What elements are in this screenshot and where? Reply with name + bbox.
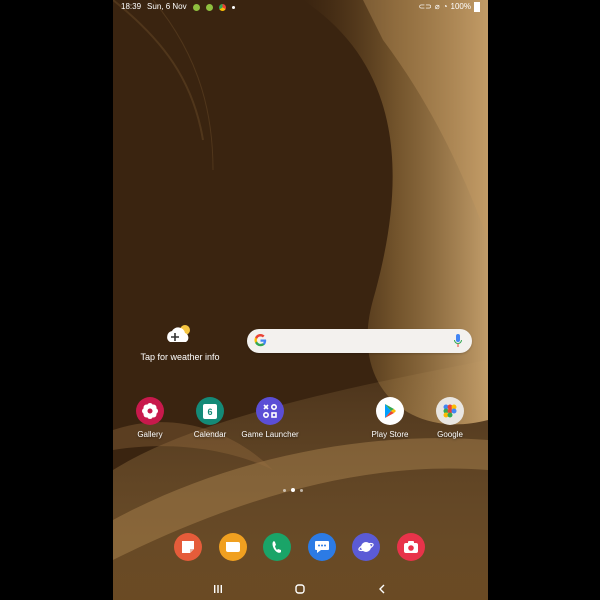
- calendar-date-badge: 6: [203, 403, 217, 419]
- play-store-icon: [376, 397, 404, 425]
- app-label: Play Store: [371, 430, 409, 439]
- messages-icon: [315, 541, 329, 553]
- dock-my-files[interactable]: [219, 533, 247, 561]
- app-game-launcher[interactable]: Game Launcher: [240, 397, 300, 439]
- weather-widget[interactable]: Tap for weather info: [137, 322, 223, 362]
- notes-icon: [182, 541, 194, 553]
- recents-icon: [214, 585, 222, 593]
- navigation-bar: [113, 578, 488, 600]
- android-icon: [192, 3, 200, 11]
- app-label: Gallery: [137, 430, 163, 439]
- page-indicator: [283, 488, 303, 492]
- home-icon: [295, 584, 305, 594]
- android-icon: [205, 3, 213, 11]
- dock-camera[interactable]: [397, 533, 425, 561]
- dot-icon: [231, 5, 235, 9]
- gallery-icon: [136, 397, 164, 425]
- phone-icon: [272, 541, 281, 553]
- weather-label: Tap for weather info: [140, 352, 220, 362]
- mute-icon: ⌀: [434, 2, 440, 11]
- status-bar: 18:39 Sun, 6 Nov ⊂⊃ ⌀ ◔ 100%: [113, 0, 488, 14]
- app-label: Google: [437, 430, 463, 439]
- recents-button[interactable]: [208, 581, 228, 597]
- status-date: Sun, 6 Nov: [147, 2, 187, 11]
- app-calendar[interactable]: 6 Calendar: [180, 397, 240, 439]
- home-button[interactable]: [290, 581, 310, 597]
- back-icon: [379, 584, 385, 594]
- weather-add-icon: [164, 322, 196, 346]
- google-g-icon: [254, 334, 267, 347]
- folder-icon: [226, 542, 240, 552]
- calendar-icon: 6: [196, 397, 224, 425]
- dock-phone[interactable]: [263, 533, 291, 561]
- camera-icon: [404, 541, 418, 553]
- home-screen: 18:39 Sun, 6 Nov ⊂⊃ ⌀ ◔ 100% Tap for wea…: [113, 0, 488, 600]
- app-label: Game Launcher: [241, 430, 299, 439]
- battery-icon: [474, 2, 480, 12]
- battery-text: 100%: [450, 2, 471, 11]
- link-icon: ⊂⊃: [418, 2, 432, 11]
- dock-samsung-notes[interactable]: [174, 533, 202, 561]
- page-dot-current[interactable]: [291, 488, 295, 492]
- status-time: 18:39: [121, 2, 142, 11]
- chrome-icon: [218, 3, 226, 11]
- game-launcher-icon: [256, 397, 284, 425]
- app-gallery[interactable]: Gallery: [120, 397, 180, 439]
- app-label: Calendar: [193, 430, 227, 439]
- google-search-bar[interactable]: [247, 329, 472, 353]
- back-button[interactable]: [372, 581, 392, 597]
- wifi-icon: ◔: [442, 2, 448, 11]
- internet-icon: [358, 542, 374, 552]
- wallpaper: [113, 0, 488, 600]
- page-dot[interactable]: [300, 488, 303, 492]
- app-play-store[interactable]: Play Store: [360, 397, 420, 439]
- app-google-folder[interactable]: Google: [420, 397, 480, 439]
- page-dot[interactable]: [283, 488, 286, 492]
- google-folder-icon: [436, 397, 464, 425]
- mic-icon[interactable]: [454, 334, 462, 348]
- dock-messages[interactable]: [308, 533, 336, 561]
- dock-internet[interactable]: [352, 533, 380, 561]
